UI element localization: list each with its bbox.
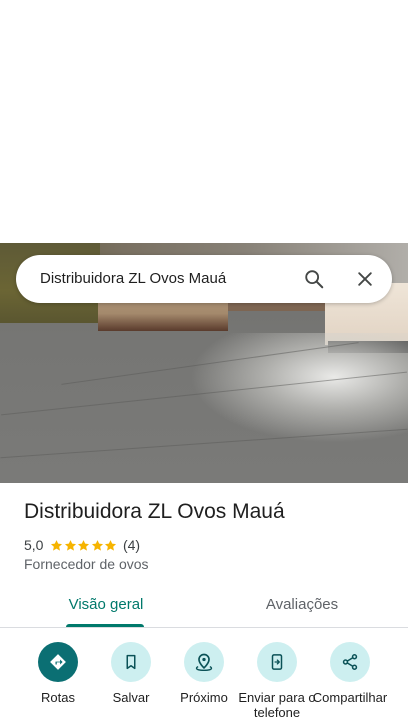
send-to-phone-button[interactable]: Enviar para o telefone (237, 642, 317, 720)
directions-label: Rotas (41, 690, 75, 705)
tab-reviews[interactable]: Avaliações (220, 596, 384, 626)
share-icon (342, 654, 358, 670)
star-icon (64, 539, 76, 551)
star-icon (91, 539, 103, 551)
rating-value: 5,0 (24, 537, 44, 553)
share-button[interactable]: Compartilhar (310, 642, 390, 705)
save-button[interactable]: Salvar (91, 642, 171, 705)
nearby-icon (195, 653, 213, 672)
nearby-label: Próximo (180, 690, 228, 705)
place-title: Distribuidora ZL Ovos Mauá (24, 500, 285, 523)
place-panel: Distribuidora ZL Ovos Mauá Distribuidora… (0, 0, 408, 726)
place-category[interactable]: Fornecedor de ovos (24, 556, 149, 572)
send-to-phone-label: Enviar para o telefone (238, 690, 316, 720)
nearby-button[interactable]: Próximo (164, 642, 244, 705)
review-count[interactable]: (4) (123, 537, 140, 553)
share-label: Compartilhar (312, 690, 388, 705)
search-bar[interactable]: Distribuidora ZL Ovos Mauá (16, 255, 392, 303)
search-icon[interactable] (300, 265, 328, 293)
star-icon (51, 539, 63, 551)
directions-button[interactable]: Rotas (18, 642, 98, 705)
star-icon (105, 539, 117, 551)
search-input[interactable]: Distribuidora ZL Ovos Mauá (40, 255, 290, 303)
star-icon (78, 539, 90, 551)
rating-summary[interactable]: 5,0 (4) (24, 536, 140, 554)
bookmark-icon (126, 654, 136, 670)
send-to-phone-icon (271, 654, 283, 670)
directions-icon (50, 654, 66, 670)
rating-stars (50, 539, 118, 552)
tab-divider (0, 627, 408, 628)
save-label: Salvar (112, 690, 150, 705)
close-icon[interactable] (351, 265, 379, 293)
tab-overview[interactable]: Visão geral (24, 596, 188, 626)
